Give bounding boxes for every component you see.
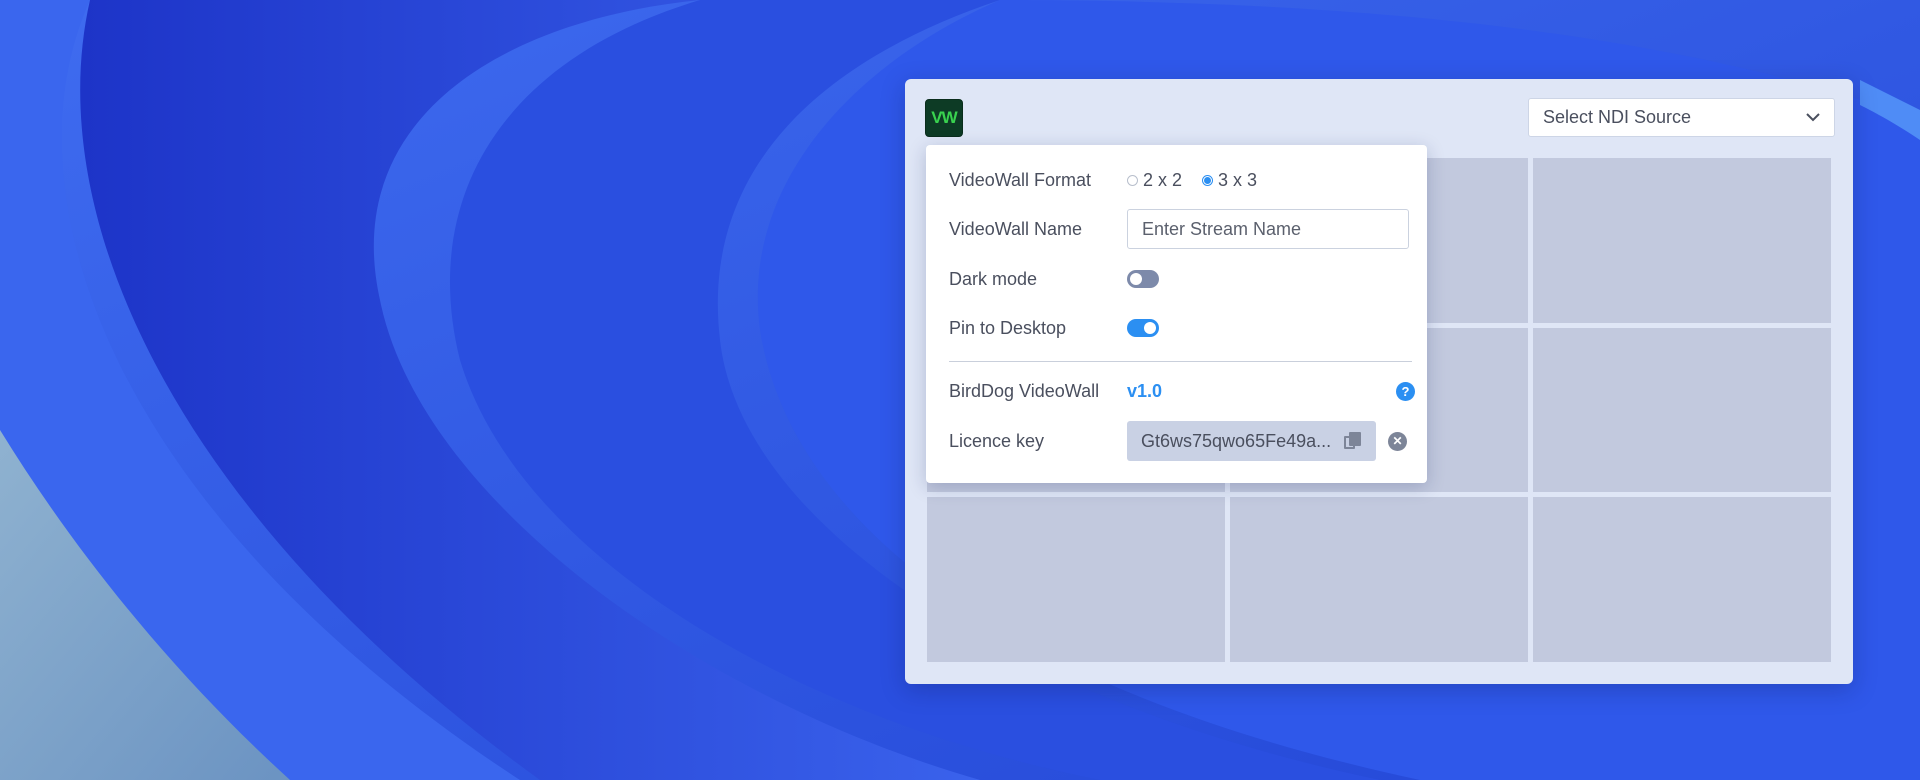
- radio-3x3[interactable]: [1202, 174, 1214, 186]
- radio-2x2[interactable]: [1127, 174, 1138, 186]
- pin-label: Pin to Desktop: [949, 317, 1067, 338]
- grid-cell[interactable]: [927, 497, 1225, 662]
- ndi-source-select[interactable]: Select NDI Source: [1528, 98, 1835, 137]
- stream-name-input[interactable]: [1127, 209, 1409, 249]
- settings-panel: VideoWall Format 2 x 2 3 x 3 VideoWall N…: [926, 145, 1427, 483]
- product-label: BirdDog VideoWall: [949, 380, 1100, 401]
- app-logo[interactable]: VW: [925, 99, 963, 137]
- licence-key-value: Gt6ws75qwo65Fe49a...: [1141, 430, 1332, 451]
- grid-cell[interactable]: [1533, 497, 1831, 662]
- help-icon[interactable]: ?: [1396, 381, 1415, 401]
- chevron-down-icon: [1806, 111, 1820, 125]
- close-icon[interactable]: ✕: [1388, 431, 1407, 451]
- format-row: VideoWall Format 2 x 2 3 x 3: [949, 160, 1257, 200]
- grid-cell[interactable]: [1533, 158, 1831, 323]
- pin-to-desktop-toggle[interactable]: [1127, 319, 1159, 337]
- format-option-2x2-label: 2 x 2: [1143, 169, 1183, 190]
- licence-label: Licence key: [949, 430, 1045, 451]
- format-option-3x3-label: 3 x 3: [1218, 169, 1258, 190]
- pin-row: Pin to Desktop: [949, 308, 1159, 348]
- licence-key-field[interactable]: Gt6ws75qwo65Fe49a...: [1127, 421, 1376, 461]
- divider: [949, 361, 1412, 362]
- format-radio-group: 2 x 2 3 x 3: [1127, 170, 1257, 191]
- copy-icon[interactable]: [1344, 432, 1362, 450]
- grid-cell[interactable]: [1533, 327, 1831, 493]
- format-option-2x2[interactable]: 2 x 2: [1127, 170, 1182, 191]
- product-row: BirdDog VideoWall v1.0 ?: [949, 371, 1415, 411]
- grid-cell[interactable]: [1230, 497, 1528, 662]
- version-label: v1.0: [1127, 380, 1163, 401]
- dark-mode-row: Dark mode: [949, 259, 1159, 299]
- name-label: VideoWall Name: [949, 218, 1083, 239]
- dark-mode-label: Dark mode: [949, 268, 1038, 289]
- ndi-source-label: Select NDI Source: [1543, 107, 1692, 127]
- dark-mode-toggle[interactable]: [1127, 270, 1159, 288]
- format-option-3x3[interactable]: 3 x 3: [1202, 170, 1257, 191]
- licence-row: Licence key Gt6ws75qwo65Fe49a... ✕: [949, 421, 1407, 461]
- format-label: VideoWall Format: [949, 169, 1092, 190]
- name-row: VideoWall Name: [949, 209, 1409, 249]
